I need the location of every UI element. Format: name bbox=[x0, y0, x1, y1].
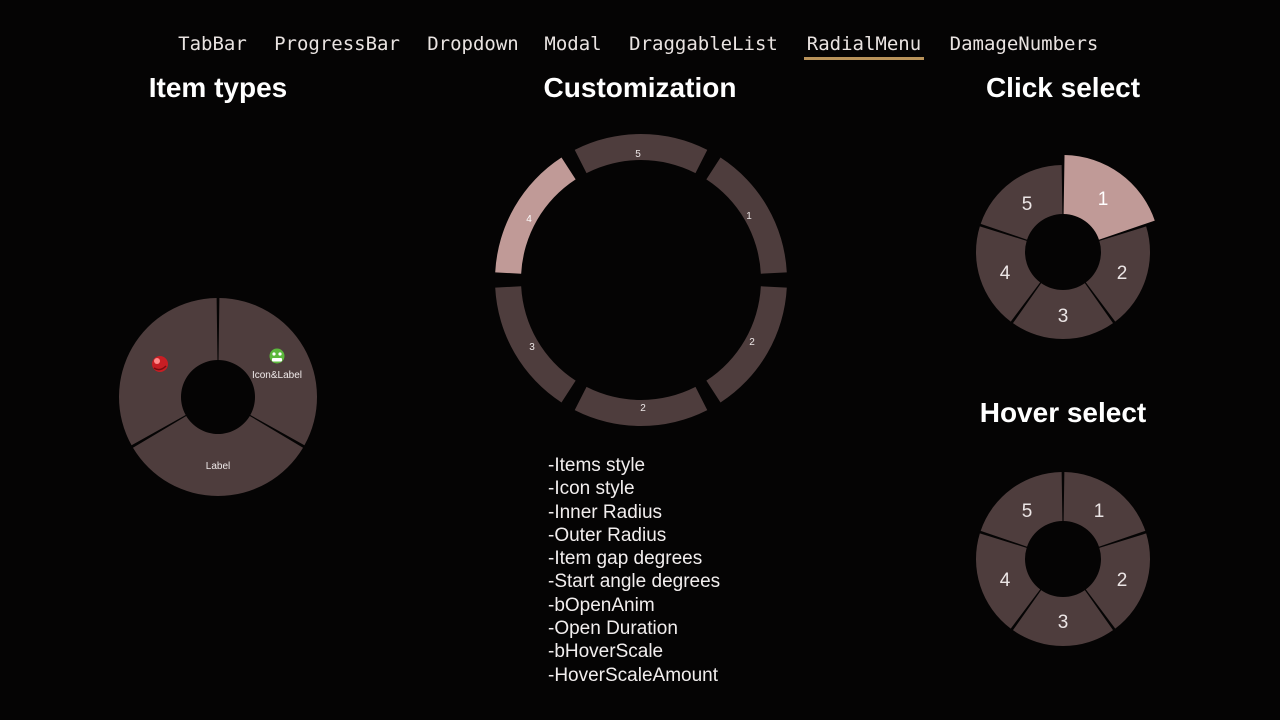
customization-label-5: 5 bbox=[635, 149, 641, 160]
red-orb-icon bbox=[152, 356, 168, 372]
hover-select-label-4: 4 bbox=[1000, 570, 1011, 591]
property-item: -bHoverScale bbox=[548, 641, 664, 663]
customization-segment-3[interactable] bbox=[495, 286, 576, 403]
click-select-label-3: 3 bbox=[1058, 306, 1069, 327]
customization-label-2a: 2 bbox=[749, 337, 755, 348]
property-item: -Inner Radius bbox=[548, 501, 663, 523]
click-select-label-5: 5 bbox=[1022, 194, 1033, 215]
label-item-text: Label bbox=[206, 461, 230, 472]
click-select-radial-menu: 1 2 3 4 5 bbox=[976, 155, 1155, 339]
property-item: -HoverScaleAmount bbox=[548, 664, 719, 686]
customization-label-1: 1 bbox=[746, 211, 752, 222]
hover-select-label-3: 3 bbox=[1058, 612, 1069, 633]
click-select-label-1: 1 bbox=[1098, 189, 1109, 210]
hover-select-label-5: 5 bbox=[1022, 501, 1033, 522]
property-item: -bOpenAnim bbox=[548, 594, 655, 616]
customization-segment-5[interactable] bbox=[574, 133, 708, 174]
customization-segment-2a[interactable] bbox=[706, 286, 787, 403]
property-item: -Item gap degrees bbox=[548, 548, 703, 570]
item-types-segment-icon[interactable] bbox=[118, 298, 218, 446]
property-item: -Items style bbox=[548, 455, 646, 476]
hover-select-label-1: 1 bbox=[1094, 501, 1105, 522]
property-item: -Start angle degrees bbox=[548, 571, 721, 593]
property-item: -Outer Radius bbox=[548, 524, 667, 546]
hover-select-radial-menu: 1 2 3 4 5 bbox=[976, 472, 1151, 646]
icon-and-label-text: Icon&Label bbox=[252, 370, 302, 381]
property-item: -Open Duration bbox=[548, 618, 678, 640]
customization-label-3: 3 bbox=[529, 342, 535, 353]
hover-select-label-2: 2 bbox=[1117, 570, 1128, 591]
click-select-label-4: 4 bbox=[1000, 263, 1011, 284]
customization-radial-menu: 1 2 2 3 4 5 bbox=[495, 133, 787, 426]
customization-property-list: -Items style -Icon style -Inner Radius -… bbox=[548, 454, 720, 687]
green-face-icon bbox=[269, 348, 285, 364]
customization-segment-4[interactable] bbox=[495, 157, 576, 274]
click-select-label-2: 2 bbox=[1117, 263, 1128, 284]
item-types-radial-menu: Icon&Label Label bbox=[118, 298, 317, 496]
customization-label-4: 4 bbox=[526, 214, 532, 225]
hover-select-segment-1[interactable] bbox=[1063, 472, 1146, 547]
click-select-segment-1[interactable] bbox=[1063, 155, 1155, 240]
property-item: -Icon style bbox=[548, 478, 635, 500]
customization-label-2b: 2 bbox=[640, 403, 646, 414]
